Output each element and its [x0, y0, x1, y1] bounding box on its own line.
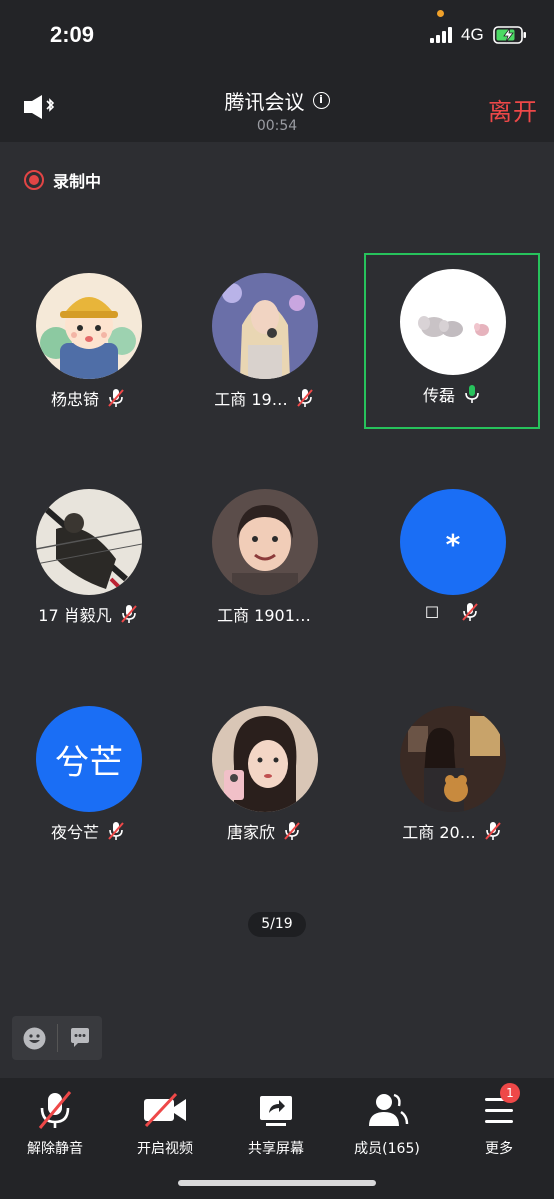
- reaction-bar: [12, 1016, 102, 1060]
- participant-avatar: [212, 489, 318, 595]
- mic-muted-icon: [38, 1091, 72, 1129]
- participant-name-row: 工商 1901…: [176, 602, 352, 626]
- mic-muted-icon: [108, 822, 124, 840]
- page-indicator: 5/19: [248, 912, 306, 937]
- participant-name-row: 工商 20…: [364, 819, 540, 843]
- participant-name-row: ☐: [364, 602, 540, 622]
- start-video-label: 开启视频: [137, 1141, 193, 1157]
- participant-avatar: [400, 706, 506, 812]
- emoji-icon[interactable]: [23, 1027, 46, 1050]
- share-screen-icon: [260, 1096, 292, 1126]
- participant-name: ☐: [424, 602, 440, 622]
- participant-name: 唐家欣: [226, 823, 275, 842]
- participant-tile[interactable]: 杨忠锜: [0, 257, 176, 433]
- members-button[interactable]: 成员(165): [332, 1090, 442, 1158]
- meeting-title-text: 腾讯会议: [224, 90, 305, 114]
- participant-tile[interactable]: 17 肖毅凡: [0, 473, 176, 649]
- chat-icon[interactable]: [69, 1027, 91, 1049]
- share-screen-label: 共享屏幕: [248, 1141, 304, 1157]
- notification-badge: 1: [500, 1083, 520, 1103]
- unmute-label: 解除静音: [27, 1141, 83, 1157]
- participant-avatar: [212, 706, 318, 812]
- participant-tile[interactable]: 工商 1901…: [176, 473, 352, 649]
- participant-tile[interactable]: 工商 20…: [364, 690, 540, 866]
- recording-label: 录制中: [53, 172, 102, 191]
- more-button[interactable]: 1 更多: [444, 1083, 554, 1158]
- avatar-initials: *: [445, 527, 461, 561]
- participant-tile[interactable]: 工商 19…: [176, 257, 352, 433]
- participant-name: 工商 1901…: [217, 606, 311, 625]
- participant-name-row: 17 肖毅凡: [0, 602, 176, 626]
- members-label: 成员(165): [354, 1141, 420, 1157]
- participant-name-row: 传磊: [366, 382, 538, 406]
- leave-button[interactable]: 离开: [488, 92, 538, 127]
- meeting-title[interactable]: 腾讯会议 i: [0, 86, 554, 115]
- participant-tile-speaking[interactable]: 传磊: [364, 253, 540, 429]
- record-icon: [24, 170, 44, 190]
- participant-name: 17 肖毅凡: [38, 606, 112, 625]
- avatar-initials: 兮芒: [55, 742, 123, 783]
- share-screen-button[interactable]: 共享屏幕: [221, 1090, 331, 1158]
- mic-muted-icon: [484, 822, 501, 840]
- meeting-header: 腾讯会议 i 00:54 离开: [0, 64, 554, 142]
- participant-name: 夜兮芒: [50, 823, 99, 842]
- info-icon[interactable]: i: [312, 92, 330, 109]
- mic-muted-icon: [108, 389, 124, 407]
- mic-muted-icon: [284, 822, 300, 840]
- participant-avatar: [36, 489, 142, 595]
- participant-name: 传磊: [422, 386, 455, 405]
- recording-indicator[interactable]: 录制中: [24, 168, 101, 192]
- participant-avatar: [400, 269, 506, 375]
- participant-tile[interactable]: 兮芒 夜兮芒: [0, 690, 176, 866]
- bottom-toolbar: 解除静音 开启视频 共享屏幕 成员(165) 1 更多: [0, 1078, 554, 1199]
- video-off-icon: [144, 1092, 186, 1128]
- mic-on-icon: [465, 385, 479, 403]
- more-label: 更多: [485, 1141, 513, 1157]
- participant-tile[interactable]: * ☐: [364, 473, 540, 649]
- meeting-timer: 00:54: [256, 118, 298, 134]
- participant-avatar: [36, 273, 142, 379]
- participant-name: 工商 20…: [402, 823, 476, 842]
- divider: [57, 1024, 58, 1052]
- participant-name-row: 夜兮芒: [0, 819, 176, 843]
- battery-charging-icon: [493, 26, 526, 44]
- mic-muted-icon: [462, 603, 478, 621]
- mic-muted-icon: [120, 605, 137, 623]
- participant-avatar: 兮芒: [36, 706, 142, 812]
- camera-indicator-dot: [437, 10, 444, 17]
- unmute-button[interactable]: 解除静音: [0, 1090, 110, 1158]
- participant-tile[interactable]: 唐家欣: [176, 690, 352, 866]
- participant-name-row: 工商 19…: [176, 386, 352, 410]
- participant-avatar: *: [400, 489, 506, 595]
- network-type: 4G: [461, 25, 484, 44]
- status-bar: 2:09 4G: [0, 0, 554, 64]
- status-time: 2:09: [50, 22, 95, 47]
- mic-muted-icon: [296, 389, 313, 407]
- start-video-button[interactable]: 开启视频: [110, 1090, 220, 1158]
- home-indicator[interactable]: [178, 1180, 376, 1186]
- participant-avatar: [212, 273, 318, 379]
- participant-name: 杨忠锜: [50, 390, 99, 409]
- participant-name-row: 杨忠锜: [0, 386, 176, 410]
- participant-name-row: 唐家欣: [176, 819, 352, 843]
- participant-name: 工商 19…: [214, 390, 288, 409]
- signal-icon: [430, 27, 456, 43]
- members-icon: [369, 1093, 409, 1126]
